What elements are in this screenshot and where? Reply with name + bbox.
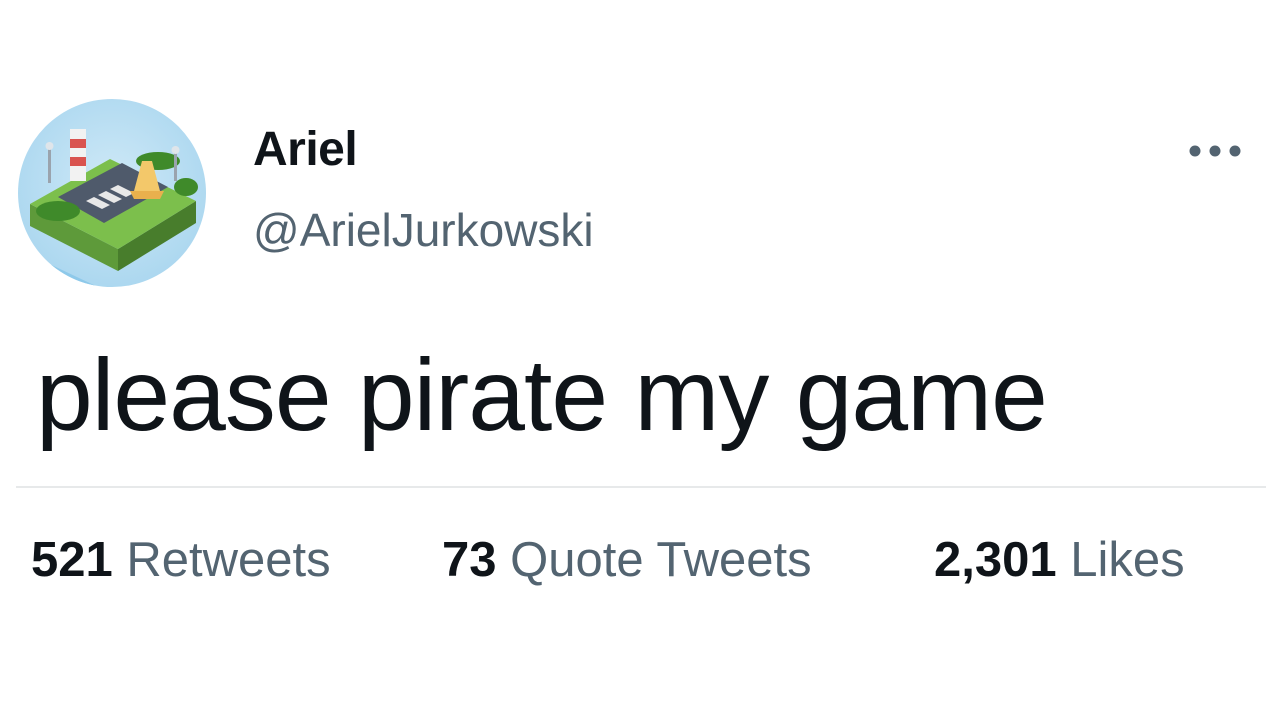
avatar[interactable]: [18, 99, 206, 287]
likes-count: 2,301: [934, 533, 1057, 587]
tweet-card: Ariel @ArielJurkowski please pirate my g…: [0, 0, 1280, 720]
divider: [16, 486, 1266, 488]
more-horizontal-icon: [1189, 145, 1241, 157]
retweets-label: Retweets: [126, 533, 331, 587]
likes-label: Likes: [1070, 533, 1185, 587]
engagement-stats: 521 Retweets 73 Quote Tweets 2,301 Likes: [0, 530, 1280, 590]
quote-tweets-count: 73: [442, 533, 497, 587]
avatar-image: [18, 99, 206, 287]
quote-tweets-stat[interactable]: 73 Quote Tweets: [442, 530, 812, 590]
likes-stat[interactable]: 2,301 Likes: [934, 530, 1185, 590]
quote-tweets-label: Quote Tweets: [510, 533, 812, 587]
tweet-text: please pirate my game: [36, 338, 1048, 452]
retweets-stat[interactable]: 521 Retweets: [31, 530, 331, 590]
user-handle[interactable]: @ArielJurkowski: [253, 200, 594, 260]
retweets-count: 521: [31, 533, 113, 587]
display-name[interactable]: Ariel: [253, 120, 358, 180]
more-options-button[interactable]: [1180, 128, 1250, 174]
